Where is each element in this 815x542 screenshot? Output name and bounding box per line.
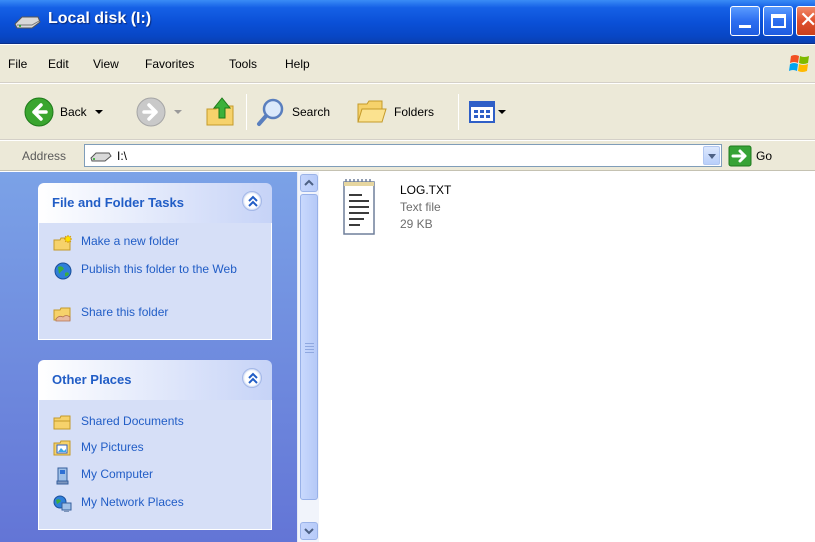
go-label: Go — [756, 149, 773, 163]
folder-icon — [53, 415, 71, 430]
views-dropdown-icon[interactable] — [498, 110, 506, 114]
menu-tools[interactable]: Tools — [229, 57, 257, 71]
drive-icon — [14, 16, 41, 29]
search-button[interactable]: Search — [256, 92, 330, 132]
up-folder-button[interactable] — [204, 92, 238, 132]
double-chevron-up-icon — [248, 372, 258, 384]
file-type: Text file — [400, 200, 441, 214]
menu-view[interactable]: View — [93, 57, 119, 71]
place-network-places-label: My Network Places — [81, 495, 184, 509]
collapse-tasks-button[interactable] — [242, 191, 262, 211]
folders-label: Folders — [394, 105, 435, 119]
menu-favorites[interactable]: Favorites — [145, 57, 194, 71]
task-make-new-folder[interactable]: Make a new folder — [53, 234, 179, 252]
other-places-panel: Shared Documents My Pictures My Computer… — [38, 400, 272, 530]
address-label: Address — [22, 149, 67, 163]
drive-icon — [90, 152, 112, 162]
other-places-header[interactable]: Other Places — [38, 360, 272, 400]
title-bar[interactable]: Local disk (I:) ✕ — [0, 0, 815, 44]
windows-flag-icon — [789, 55, 809, 72]
task-pane-scrollbar[interactable] — [297, 172, 319, 542]
address-field[interactable]: I:\ — [84, 144, 722, 167]
place-my-pictures-label: My Pictures — [81, 440, 144, 454]
address-dropdown-icon[interactable] — [703, 146, 720, 165]
place-my-computer[interactable]: My Computer — [53, 467, 153, 485]
computer-icon — [56, 467, 69, 485]
forward-dropdown-icon[interactable] — [174, 110, 182, 114]
file-size: 29 KB — [400, 217, 433, 231]
back-button[interactable]: Back — [24, 92, 103, 132]
task-share-folder-label: Share this folder — [81, 305, 169, 319]
menu-bar: File Edit View Favorites Tools Help — [0, 45, 815, 83]
task-publish-web[interactable]: Publish this folder to the Web — [53, 262, 253, 280]
task-publish-web-label: Publish this folder to the Web — [81, 262, 237, 276]
folders-icon — [357, 100, 387, 123]
views-icon — [469, 101, 495, 123]
toolbar: Back Search Folders — [0, 84, 815, 140]
collapse-places-button[interactable] — [242, 368, 262, 388]
file-folder-tasks-panel: Make a new folder Publish this folder to… — [38, 223, 272, 340]
file-meta: LOG.TXT Text file 29 KB — [400, 182, 451, 236]
views-button[interactable] — [468, 92, 506, 132]
share-folder-icon — [53, 307, 71, 322]
folders-button[interactable]: Folders — [356, 92, 434, 132]
text-file-icon — [343, 179, 375, 235]
menu-file[interactable]: File — [8, 57, 27, 71]
window-title: Local disk (I:) — [48, 10, 152, 27]
address-bar: Address I:\ Go — [0, 141, 815, 171]
go-button[interactable]: Go — [728, 144, 772, 168]
new-folder-icon — [53, 234, 73, 251]
close-button[interactable]: ✕ — [796, 6, 815, 36]
close-icon: ✕ — [799, 8, 815, 33]
search-icon — [257, 98, 284, 126]
back-icon — [24, 97, 54, 127]
scroll-thumb[interactable] — [300, 194, 318, 500]
minimize-button[interactable] — [730, 6, 760, 36]
task-share-folder[interactable]: Share this folder — [53, 305, 168, 323]
file-item[interactable]: LOG.TXT Text file 29 KB — [340, 178, 451, 236]
pictures-icon — [53, 440, 71, 456]
maximize-icon — [771, 14, 786, 28]
minimize-icon — [739, 25, 751, 28]
go-arrow-icon — [728, 145, 752, 167]
task-make-new-folder-label: Make a new folder — [81, 234, 180, 248]
place-shared-documents-label: Shared Documents — [81, 414, 184, 428]
up-folder-icon — [206, 97, 234, 126]
menu-help[interactable]: Help — [285, 57, 310, 71]
menu-edit[interactable]: Edit — [48, 57, 69, 71]
search-label: Search — [292, 105, 331, 119]
scroll-up-button[interactable] — [300, 174, 318, 192]
place-network-places[interactable]: My Network Places — [53, 495, 184, 513]
network-icon — [53, 495, 72, 512]
place-shared-documents[interactable]: Shared Documents — [53, 414, 184, 432]
maximize-button[interactable] — [763, 6, 793, 36]
scroll-down-button[interactable] — [300, 522, 318, 540]
forward-button[interactable] — [136, 92, 182, 132]
address-value: I:\ — [117, 149, 128, 163]
back-dropdown-icon[interactable] — [94, 110, 103, 114]
place-my-computer-label: My Computer — [81, 467, 154, 481]
back-label: Back — [60, 105, 87, 119]
double-chevron-up-icon — [248, 195, 258, 207]
file-folder-tasks-title: File and Folder Tasks — [52, 195, 184, 210]
place-my-pictures[interactable]: My Pictures — [53, 440, 144, 458]
forward-icon — [136, 97, 166, 127]
file-folder-tasks-header[interactable]: File and Folder Tasks — [38, 183, 272, 223]
chevron-down-icon — [304, 528, 314, 535]
publish-web-icon — [54, 262, 72, 280]
file-name: LOG.TXT — [400, 183, 452, 197]
other-places-title: Other Places — [52, 372, 132, 387]
chevron-up-icon — [304, 179, 314, 186]
